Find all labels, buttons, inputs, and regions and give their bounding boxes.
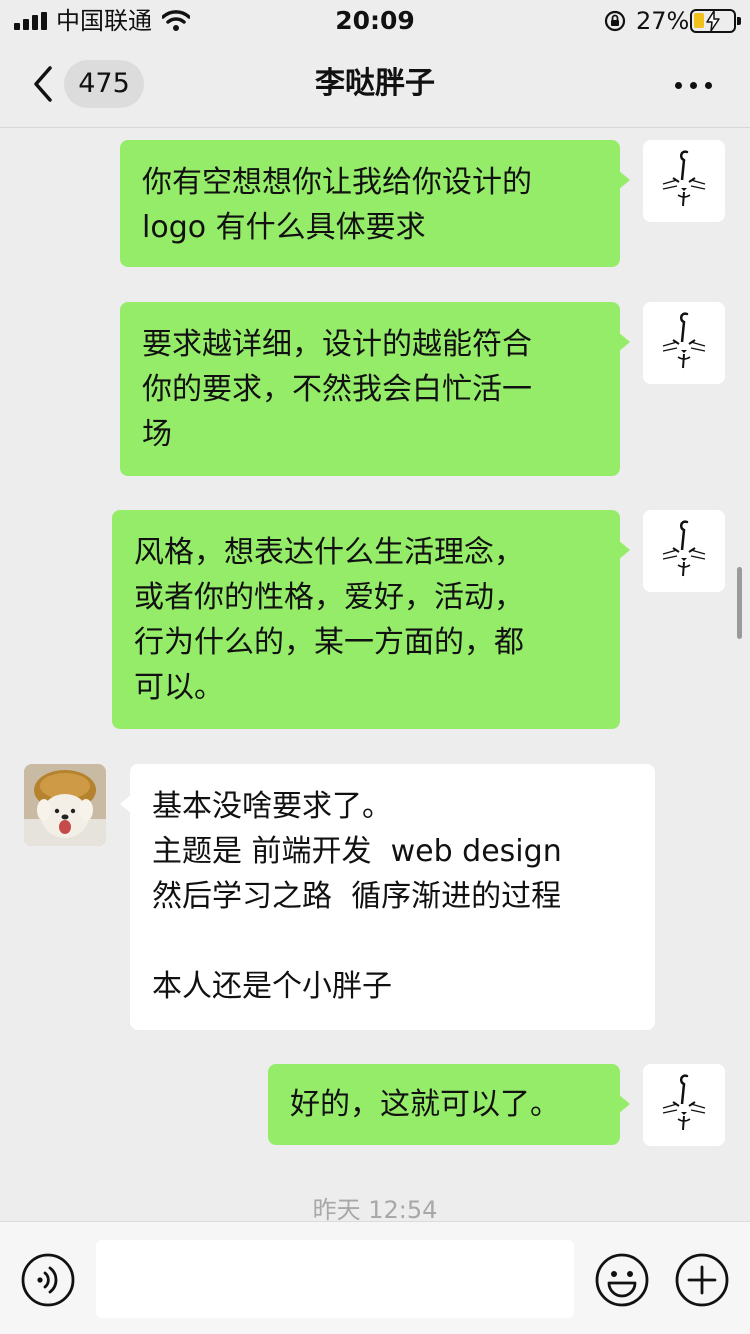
my-avatar[interactable] [643, 302, 725, 384]
voice-icon[interactable] [20, 1252, 76, 1308]
emoji-icon[interactable] [594, 1252, 650, 1308]
input-bar [0, 1221, 750, 1334]
timestamp-label: 昨天 12:54 [312, 1196, 438, 1221]
cat-avatar-icon [643, 302, 725, 384]
status-bar: 中国联通 20:09 27% [0, 0, 750, 42]
contact-avatar[interactable] [24, 764, 106, 846]
ellipsis-icon[interactable] [672, 66, 716, 102]
chat-title: 李哒胖子 [315, 66, 435, 101]
message-input[interactable] [96, 1240, 574, 1318]
puppy-avatar-icon [24, 764, 106, 846]
plus-icon[interactable] [674, 1252, 730, 1308]
my-avatar[interactable] [643, 1064, 725, 1146]
message-bubble[interactable]: 要求越详细，设计的越能符合 你的要求，不然我会白忙活一 场 [120, 302, 630, 476]
scrollbar[interactable] [737, 567, 742, 639]
nav-bar: 475 李哒胖子 [0, 42, 750, 128]
message-row: 要求越详细，设计的越能符合 你的要求，不然我会白忙活一 场 [0, 302, 750, 477]
battery-icon [690, 9, 741, 33]
charging-bolt-icon [706, 10, 720, 32]
rotation-lock-icon [604, 10, 626, 32]
message-bubble[interactable]: 风格，想表达什么生活理念， 或者你的性格，爱好，活动， 行为什么的，某一方面的，… [112, 510, 630, 729]
cat-avatar-icon [643, 1064, 725, 1146]
message-bubble[interactable]: 基本没啥要求了。 主题是 前端开发 web design 然后学习之路 循序渐进… [120, 764, 655, 1030]
chat-messages[interactable]: 你有空想想你让我给你设计的 logo 有什么具体要求 要求越详细，设计的越能符合… [0, 129, 750, 1221]
my-avatar[interactable] [643, 140, 725, 222]
battery-percent: 27% [636, 7, 690, 35]
cat-avatar-icon [643, 510, 725, 592]
battery-fill [694, 13, 704, 28]
message-row: 基本没啥要求了。 主题是 前端开发 web design 然后学习之路 循序渐进… [0, 764, 750, 1031]
message-bubble[interactable]: 好的，这就可以了。 [268, 1064, 630, 1145]
my-avatar[interactable] [643, 510, 725, 592]
message-row: 你有空想想你让我给你设计的 logo 有什么具体要求 [0, 140, 750, 268]
cat-avatar-icon [643, 140, 725, 222]
message-row: 好的，这就可以了。 [0, 1064, 750, 1146]
message-bubble[interactable]: 你有空想想你让我给你设计的 logo 有什么具体要求 [120, 140, 630, 267]
message-row: 风格，想表达什么生活理念， 或者你的性格，爱好，活动， 行为什么的，某一方面的，… [0, 510, 750, 730]
